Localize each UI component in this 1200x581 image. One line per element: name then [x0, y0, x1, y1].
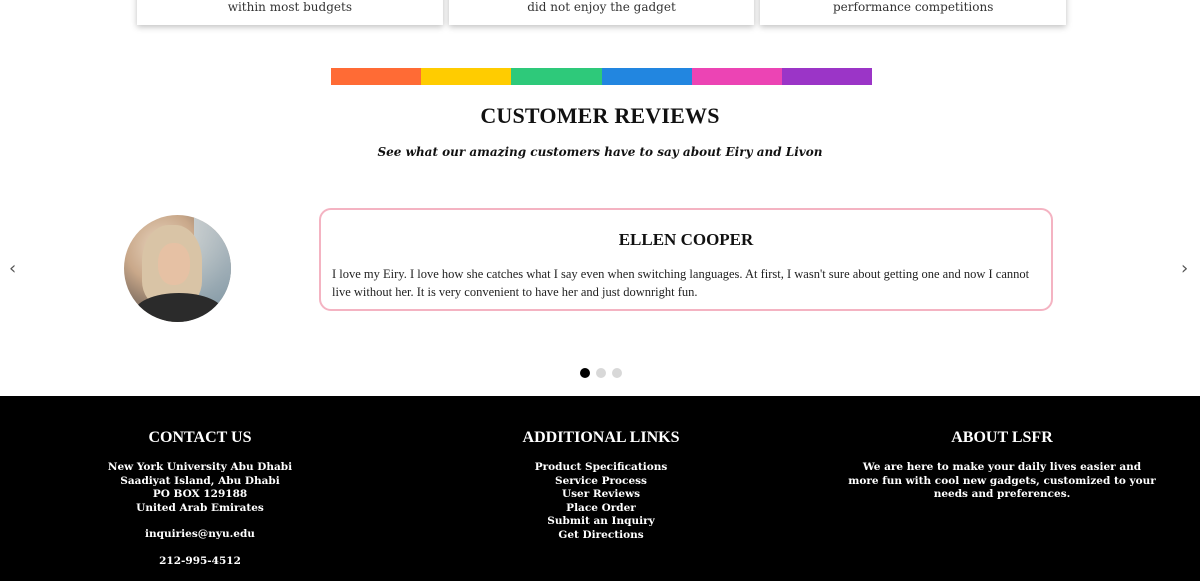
- footer-address-line: New York University Abu Dhabi: [107, 461, 293, 473]
- carousel-dot[interactable]: [580, 368, 590, 378]
- footer-address-line: United Arab Emirates: [136, 501, 264, 514]
- carousel-dot[interactable]: [612, 368, 622, 378]
- feature-card: performance competitions: [760, 0, 1067, 25]
- footer-link-user-reviews[interactable]: User Reviews: [441, 488, 761, 502]
- rainbow-segment: [781, 68, 873, 85]
- reviewer-name: ELLEN COOPER: [618, 230, 754, 249]
- chevron-right-icon: ›: [1181, 258, 1189, 279]
- site-footer: CONTACT US New York University Abu Dhabi…: [0, 396, 1200, 581]
- rainbow-segment: [511, 68, 602, 85]
- reviewer-avatar: [124, 215, 231, 322]
- footer-address-line: PO BOX 129188: [152, 488, 248, 500]
- rainbow-segment: [421, 68, 512, 85]
- feature-card-caption: performance competitions: [833, 0, 994, 14]
- feature-card: within most budgets: [137, 0, 443, 25]
- footer-links: ADDITIONAL LINKS Product Specifications …: [441, 429, 761, 542]
- footer-email-link[interactable]: inquiries@nyu.edu: [40, 528, 360, 542]
- footer-link-place-order[interactable]: Place Order: [441, 502, 761, 516]
- footer-about-text: We are here to make your daily lives eas…: [848, 461, 1156, 500]
- review-text: I love my Eiry. I love how she catches w…: [332, 267, 1030, 299]
- feature-card-caption: did not enjoy the gadget: [527, 0, 676, 14]
- footer-about: ABOUT LSFR We are here to make your dail…: [842, 429, 1162, 502]
- footer-link-submit-inquiry[interactable]: Submit an Inquiry: [441, 515, 761, 529]
- footer-link-product-specifications[interactable]: Product Specifications: [441, 461, 761, 475]
- carousel-dot[interactable]: [596, 368, 606, 378]
- footer-links-title: ADDITIONAL LINKS: [522, 429, 680, 446]
- carousel-prev-button[interactable]: ‹: [9, 258, 16, 279]
- footer-contact-title: CONTACT US: [148, 429, 252, 446]
- footer-contact: CONTACT US New York University Abu Dhabi…: [40, 429, 360, 568]
- reviews-title: CUSTOMER REVIEWS: [480, 103, 720, 128]
- rainbow-segment: [601, 68, 692, 85]
- carousel-dots: [580, 368, 622, 378]
- footer-phone: 212-995-4512: [159, 554, 241, 567]
- feature-cards-strip: within most budgets did not enjoy the ga…: [137, 0, 1067, 25]
- rainbow-divider: [331, 68, 873, 85]
- feature-card: did not enjoy the gadget: [448, 0, 755, 25]
- feature-card-caption: within most budgets: [227, 0, 352, 14]
- footer-link-get-directions[interactable]: Get Directions: [441, 529, 761, 543]
- footer-about-title: ABOUT LSFR: [951, 429, 1053, 446]
- footer-address-line: Saadiyat Island, Abu Dhabi: [120, 474, 280, 487]
- chevron-left-icon: ‹: [9, 258, 17, 279]
- carousel-next-button[interactable]: ›: [1181, 258, 1188, 279]
- rainbow-segment: [691, 68, 782, 85]
- rainbow-segment: [331, 68, 422, 85]
- reviews-subtitle: See what our amazing customers have to s…: [377, 145, 823, 159]
- footer-link-service-process[interactable]: Service Process: [441, 475, 761, 489]
- review-card: ELLEN COOPER I love my Eiry. I love how …: [319, 208, 1053, 311]
